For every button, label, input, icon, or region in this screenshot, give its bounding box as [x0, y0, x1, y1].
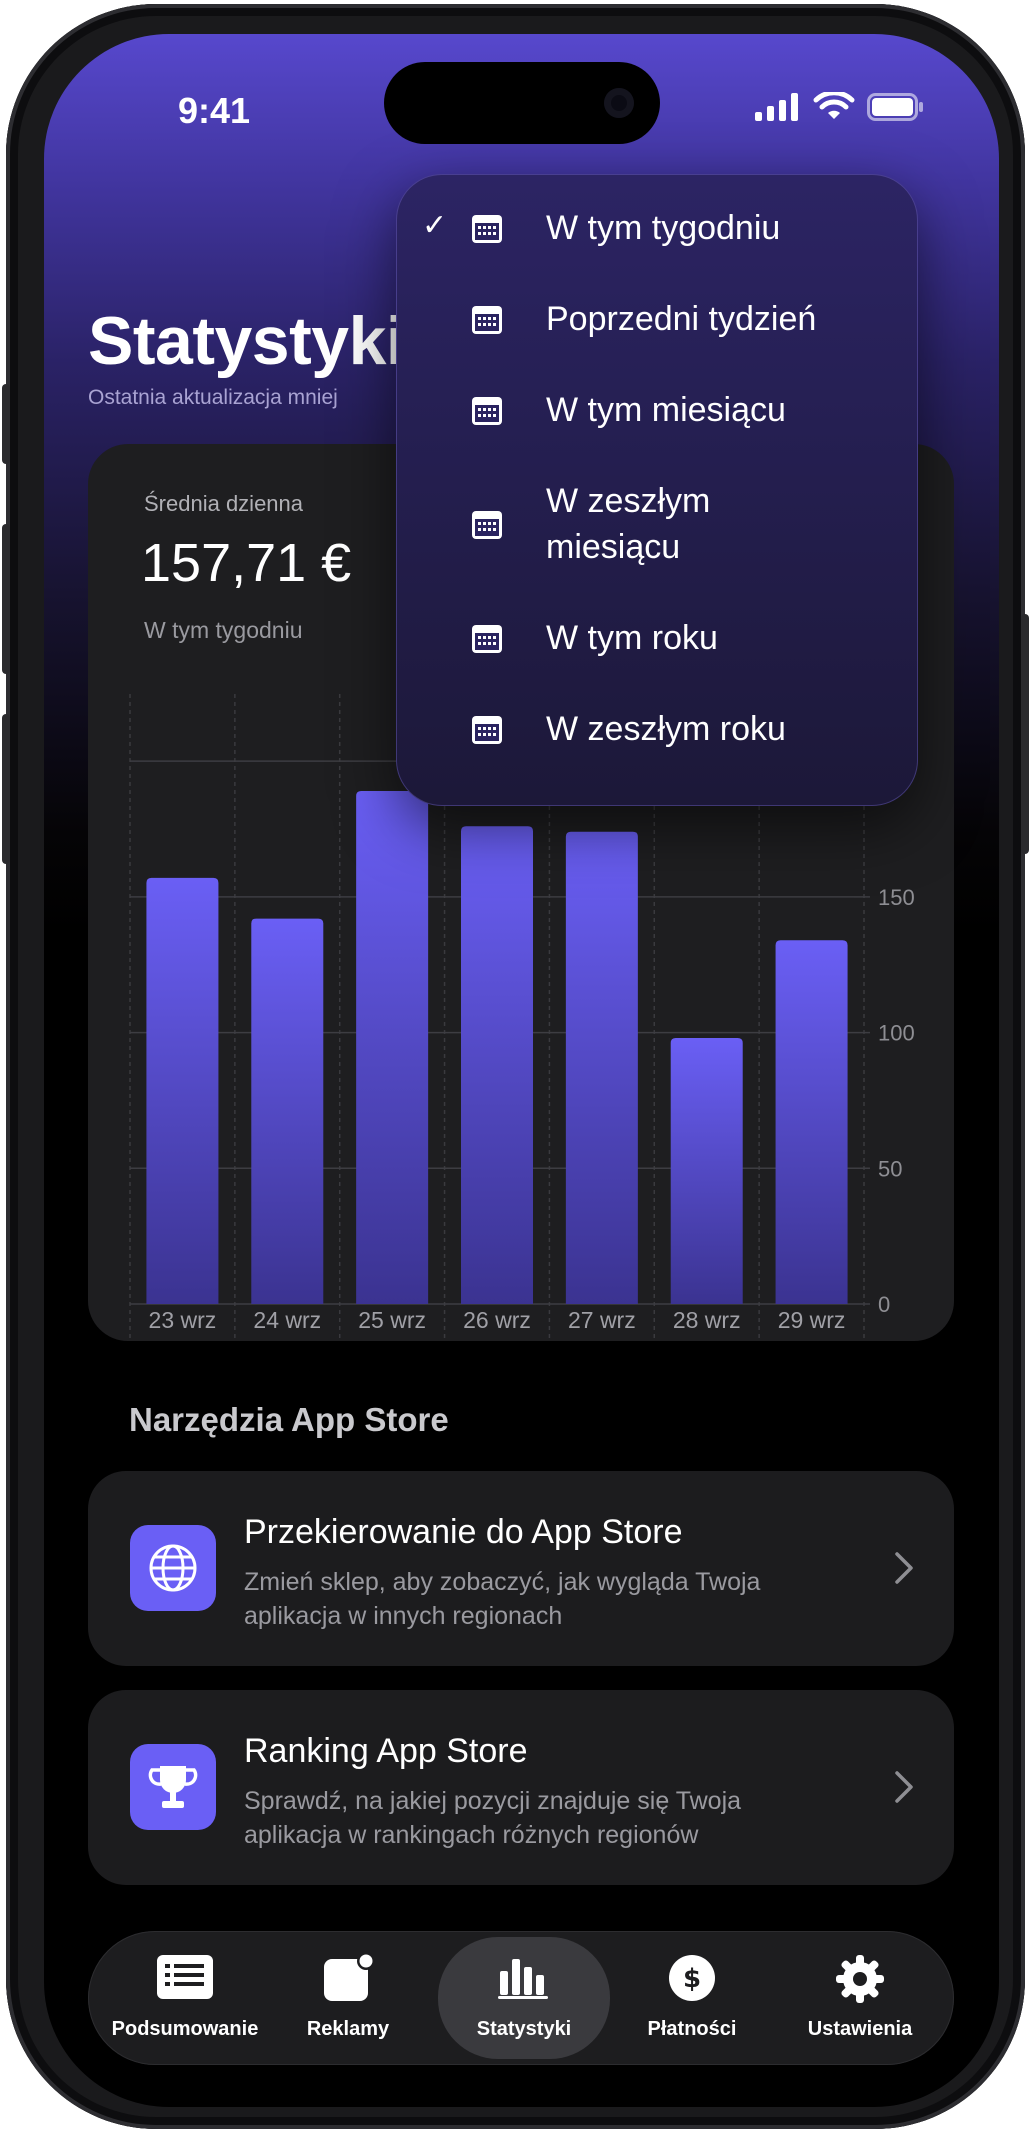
- menu-item-label: W tym miesiącu: [546, 391, 786, 429]
- status-icons: [755, 92, 925, 122]
- volume-down-button: [2, 714, 10, 864]
- trophy-icon: [130, 1744, 216, 1830]
- calendar-icon: [472, 511, 502, 539]
- camera-icon: [604, 88, 634, 118]
- page-title: Statystyki: [88, 303, 405, 379]
- tab-statistics[interactable]: Statystyki: [438, 1931, 610, 2065]
- calendar-icon: [472, 397, 502, 425]
- menu-item-previous-week[interactable]: Poprzedni tydzień: [396, 287, 918, 351]
- chart-bar[interactable]: [146, 877, 219, 1304]
- wifi-icon: [813, 92, 855, 119]
- y-tick-label: 150: [878, 885, 915, 910]
- menu-item-this-month[interactable]: W tym miesiącu: [396, 378, 918, 442]
- x-tick-label: 25 wrz: [358, 1307, 426, 1333]
- x-tick-label: 26 wrz: [463, 1307, 531, 1333]
- tab-label: Podsumowanie: [111, 2018, 259, 2040]
- calendar-icon: [472, 306, 502, 334]
- status-time: 9:41: [178, 90, 251, 131]
- calendar-icon: [472, 215, 502, 243]
- period-dropdown-menu: ✓ W tym tygodniu Poprzedni tydzień W tym…: [396, 174, 918, 806]
- menu-item-label: W zeszłym roku: [546, 710, 786, 748]
- globe-icon: [130, 1525, 216, 1611]
- x-tick-label: 24 wrz: [253, 1307, 321, 1333]
- x-tick-label: 23 wrz: [149, 1307, 217, 1333]
- menu-item-this-week[interactable]: ✓ W tym tygodniu: [396, 196, 918, 260]
- app-store-ranking-card[interactable]: Ranking App Store Sprawdź, na jakiej poz…: [88, 1690, 954, 1885]
- mute-switch: [2, 384, 10, 464]
- x-tick-label: 27 wrz: [568, 1307, 636, 1333]
- menu-item-label: W tym tygodniu: [546, 209, 781, 247]
- volume-up-button: [2, 524, 10, 674]
- tab-summary[interactable]: Podsumowanie: [96, 1931, 274, 2065]
- menu-item-last-month[interactable]: W zeszłym miesiącu: [396, 470, 918, 580]
- tab-label: Ustawienia: [807, 2018, 913, 2040]
- last-update-subtitle: Ostatnia aktualizacja mniej: [88, 386, 338, 409]
- svg-text:$: $: [683, 1964, 701, 1994]
- card-description: Sprawdź, na jakiej pozycji znajduje się …: [244, 1787, 742, 1849]
- app-screen: 9:41 Statystyki Ostatnia aktualizacja mn…: [44, 34, 999, 2107]
- menu-item-this-year[interactable]: W tym roku: [396, 606, 918, 670]
- y-tick-label: 0: [878, 1292, 890, 1317]
- menu-item-label: W tym roku: [546, 619, 718, 657]
- chart-bar[interactable]: [565, 831, 638, 1304]
- tab-ads[interactable]: Reklamy: [274, 1931, 422, 2065]
- x-tick-label: 29 wrz: [778, 1307, 846, 1333]
- calendar-icon: [472, 625, 502, 653]
- battery-icon: [867, 93, 923, 121]
- cellular-signal-icon: [755, 93, 798, 121]
- y-tick-label: 50: [878, 1156, 902, 1181]
- tab-label: Reklamy: [306, 2018, 390, 2040]
- chart-bar[interactable]: [670, 1038, 743, 1304]
- card-title: Przekierowanie do App Store: [244, 1513, 683, 1551]
- chart-bar[interactable]: [251, 918, 324, 1304]
- card-description: Zmień sklep, aby zobaczyć, jak wygląda T…: [244, 1568, 761, 1630]
- tab-settings[interactable]: Ustawienia: [774, 1931, 946, 2065]
- bar-chart-icon: [498, 1959, 548, 1999]
- app-store-redirect-card[interactable]: Przekierowanie do App Store Zmień sklep,…: [88, 1471, 954, 1666]
- section-title: Narzędzia App Store: [129, 1401, 449, 1438]
- tab-payments[interactable]: $ Płatności: [616, 1931, 768, 2065]
- x-tick-label: 28 wrz: [673, 1307, 741, 1333]
- chevron-right-icon: [895, 1771, 913, 1803]
- tab-label: Płatności: [647, 2018, 737, 2040]
- chart-bar[interactable]: [461, 826, 533, 1304]
- checkmark-icon: ✓: [422, 209, 448, 242]
- calendar-icon: [472, 716, 502, 744]
- summary-list-icon: [157, 1955, 213, 1999]
- chart-bar[interactable]: [775, 940, 848, 1304]
- chevron-right-icon: [895, 1552, 913, 1584]
- gear-icon: [836, 1955, 884, 2003]
- chart-bar[interactable]: [356, 791, 429, 1304]
- menu-item-label: Poprzedni tydzień: [546, 300, 817, 338]
- tab-label: Statystyki: [476, 2018, 572, 2040]
- y-tick-label: 100: [878, 1021, 915, 1046]
- phone-frame: 9:41 Statystyki Ostatnia aktualizacja mn…: [2, 4, 1029, 2129]
- tab-bar: Podsumowanie Reklamy Statystyki $ Płatno…: [88, 1931, 954, 2065]
- dynamic-island: [384, 62, 660, 144]
- dollar-coin-icon: $: [669, 1955, 715, 2001]
- menu-item-label: W zeszłym miesiącu: [546, 482, 711, 566]
- ads-badge-icon: [324, 1953, 375, 2001]
- card-title: Ranking App Store: [244, 1732, 528, 1770]
- power-button: [1021, 614, 1029, 854]
- menu-item-last-year[interactable]: W zeszłym roku: [396, 697, 918, 761]
